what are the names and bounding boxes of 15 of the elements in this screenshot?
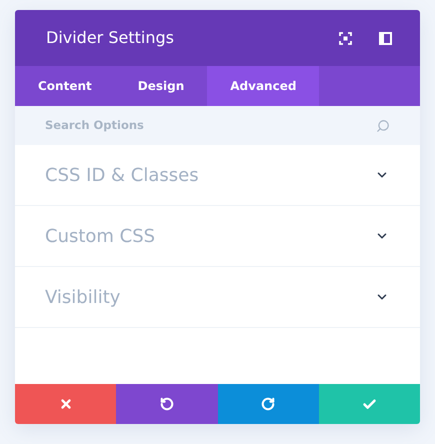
- undo-icon: [160, 397, 174, 411]
- window-title: Divider Settings: [46, 27, 175, 49]
- search-icon: [376, 118, 390, 132]
- check-icon: [362, 396, 377, 412]
- close-icon: [58, 397, 73, 411]
- expand-icon[interactable]: [339, 32, 352, 44]
- undo-button[interactable]: [116, 384, 218, 424]
- tab[interactable]: Content: [15, 66, 115, 106]
- redo-button[interactable]: [218, 384, 319, 424]
- tab[interactable]: Advanced: [207, 66, 320, 106]
- tab[interactable]: Design: [114, 66, 208, 106]
- sidebar-icon[interactable]: [379, 32, 392, 44]
- search-field[interactable]: Search Options: [45, 116, 376, 134]
- redo-icon: [261, 397, 276, 411]
- search-bar[interactable]: Search Options: [15, 106, 420, 145]
